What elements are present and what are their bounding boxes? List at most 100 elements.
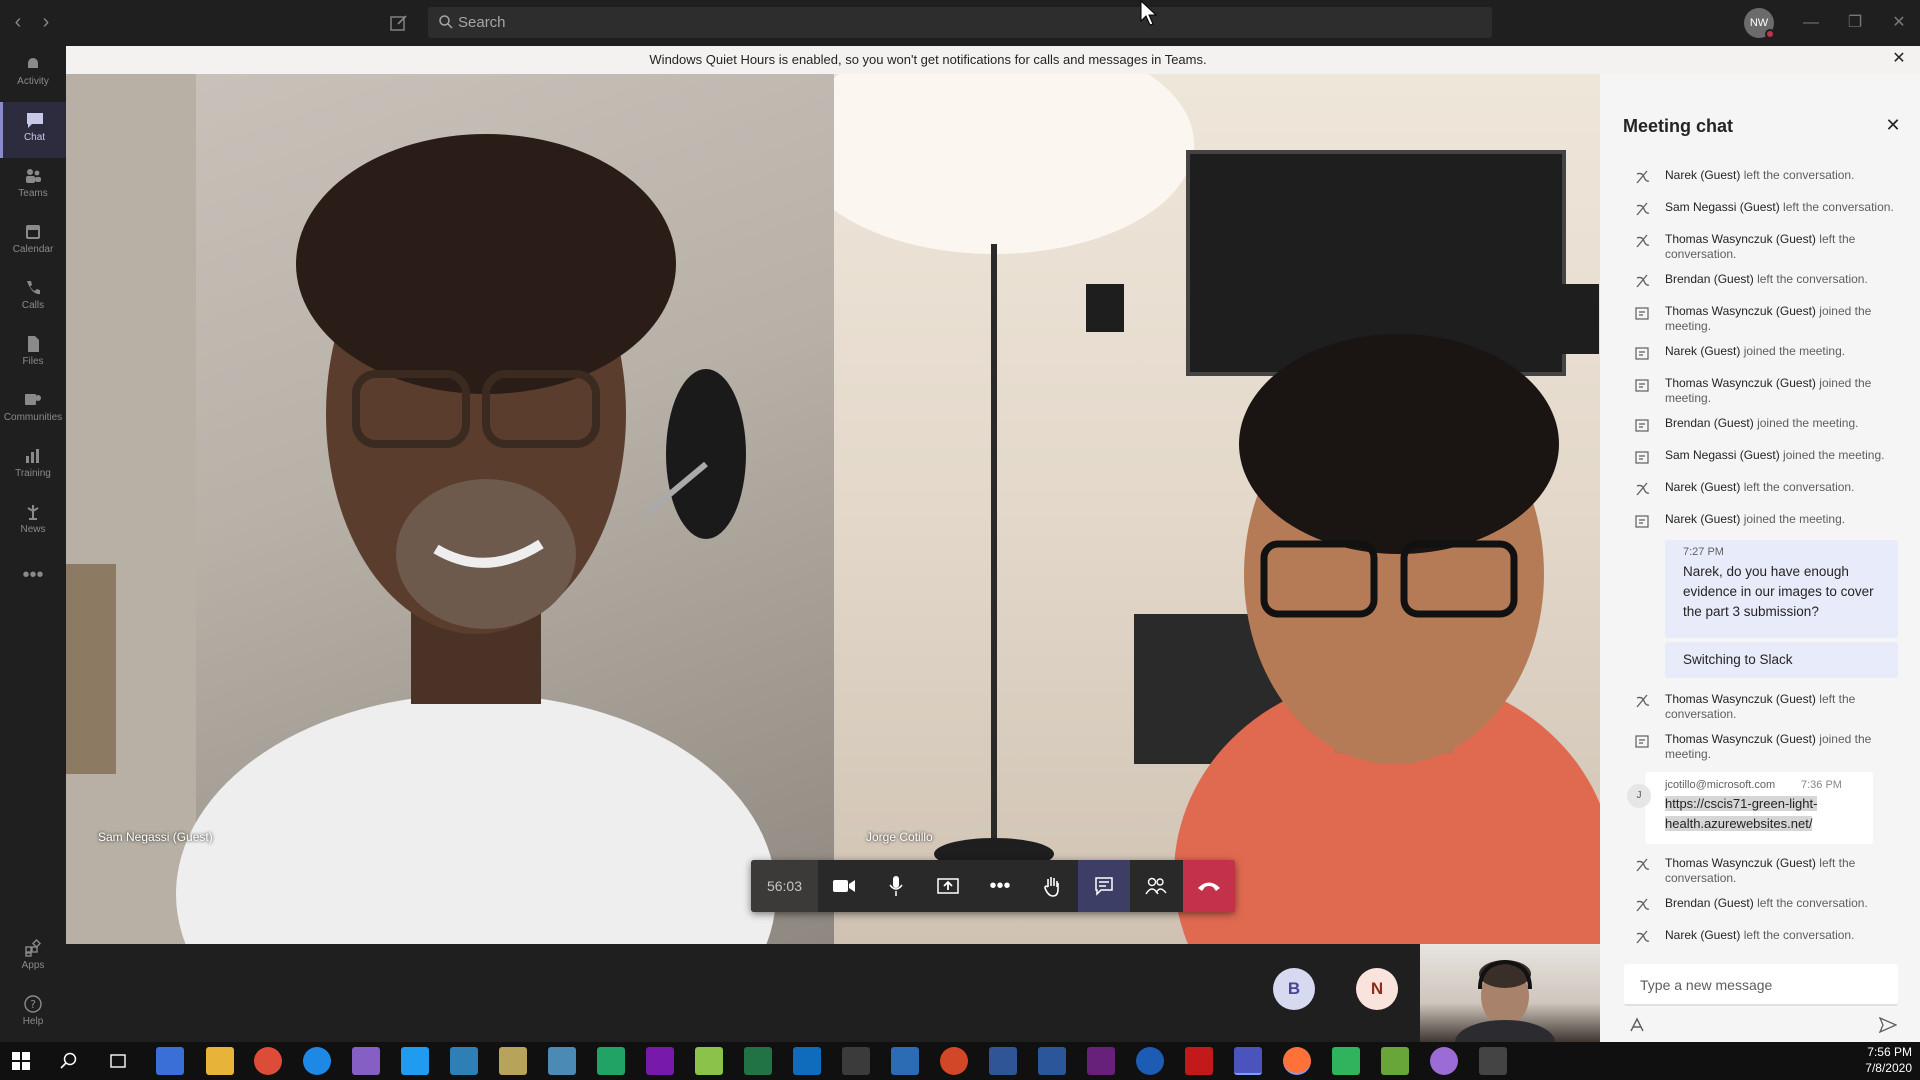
rail-item-help[interactable]: ? Help xyxy=(0,986,66,1042)
event-action: left the conversation. xyxy=(1743,168,1855,182)
rail-item-chat[interactable]: Chat xyxy=(0,102,66,158)
ie-icon[interactable] xyxy=(303,1047,331,1075)
rail-label: Chat xyxy=(23,132,46,143)
show-conversation-button[interactable] xyxy=(1078,860,1130,912)
call-timer: 56:03 xyxy=(751,860,818,912)
system-clock[interactable]: 7:56 PM 7/8/2020 xyxy=(1852,1044,1912,1076)
onenote-icon[interactable] xyxy=(646,1047,674,1075)
participant-video-image xyxy=(834,74,1600,944)
search-placeholder: Search xyxy=(458,14,506,31)
profile-avatar[interactable]: NW xyxy=(1744,8,1775,39)
hang-up-button[interactable] xyxy=(1183,860,1235,912)
word-icon[interactable] xyxy=(1038,1047,1066,1075)
taskbar-app-icon[interactable] xyxy=(1430,1047,1458,1075)
rail-item-apps[interactable]: Apps xyxy=(0,930,66,986)
more-actions-button[interactable]: ••• xyxy=(974,860,1026,912)
status-dot xyxy=(1765,29,1775,39)
rail-label: Training xyxy=(15,468,51,479)
photos-icon[interactable] xyxy=(1479,1047,1507,1075)
person-left-icon xyxy=(1636,898,1650,912)
back-arrow-icon[interactable]: ‹ xyxy=(8,10,28,34)
event-action: left the conversation. xyxy=(1743,480,1855,494)
windows-start-icon[interactable] xyxy=(12,1052,30,1070)
rail-item-training[interactable]: Training xyxy=(0,438,66,494)
event-action: joined the meeting. xyxy=(1743,512,1846,526)
person-left-icon xyxy=(1636,274,1650,288)
event-name: Brendan (Guest) xyxy=(1665,272,1754,286)
rail-item-activity[interactable]: Activity xyxy=(0,46,66,102)
teams-window: ‹ › Search NW — ❐ ✕ Activity Chat Teams xyxy=(0,0,1920,1080)
event-action: left the conversation. xyxy=(1757,896,1868,910)
task-view-icon[interactable] xyxy=(108,1052,128,1070)
camera-toggle-button[interactable] xyxy=(818,860,870,912)
teams-icon[interactable] xyxy=(1234,1047,1262,1075)
share-screen-button[interactable] xyxy=(922,860,974,912)
message-input[interactable]: Type a new message xyxy=(1624,964,1898,1006)
taskbar-app-icon[interactable] xyxy=(597,1047,625,1075)
search-icon[interactable] xyxy=(60,1052,78,1070)
microphone-icon xyxy=(889,876,903,896)
banner-close-icon[interactable]: ✕ xyxy=(1890,50,1908,68)
vscode-icon[interactable] xyxy=(401,1047,429,1075)
video-tile-right: Jorge Cotillo xyxy=(834,74,1600,944)
hand-icon xyxy=(1044,877,1059,897)
taskbar-app-icon[interactable] xyxy=(548,1047,576,1075)
event-action: left the conversation. xyxy=(1783,200,1894,214)
send-icon[interactable] xyxy=(1879,1016,1897,1034)
taskbar-app-icon[interactable] xyxy=(156,1047,184,1075)
taskbar-app-icon[interactable] xyxy=(450,1047,478,1075)
event-name: Narek (Guest) xyxy=(1665,168,1741,182)
taskbar-app-icon[interactable] xyxy=(1136,1047,1164,1075)
rail-item-teams[interactable]: Teams xyxy=(0,158,66,214)
raise-hand-button[interactable] xyxy=(1026,860,1078,912)
participant-avatar-b[interactable]: B xyxy=(1273,968,1315,1010)
my-message-bubble[interactable]: 7:27 PM Narek, do you have enough eviden… xyxy=(1665,540,1898,638)
forward-arrow-icon[interactable]: › xyxy=(36,10,56,34)
event-name: Sam Negassi (Guest) xyxy=(1665,448,1780,462)
taskbar-app-icon[interactable] xyxy=(1332,1047,1360,1075)
file-explorer-icon[interactable] xyxy=(206,1047,234,1075)
message-link[interactable]: https://cscis71-green-light-health.azure… xyxy=(1665,794,1855,834)
excel-icon[interactable] xyxy=(744,1047,772,1075)
participant-avatar-n[interactable]: N xyxy=(1356,968,1398,1010)
terminal-icon[interactable] xyxy=(842,1047,870,1075)
self-video-image xyxy=(1455,959,1555,1042)
event-name: Narek (Guest) xyxy=(1665,928,1741,942)
taskbar-app-icon[interactable] xyxy=(1381,1047,1409,1075)
taskbar-app-icon[interactable] xyxy=(499,1047,527,1075)
mic-toggle-button[interactable] xyxy=(870,860,922,912)
rail-item-calendar[interactable]: Calendar xyxy=(0,214,66,270)
meeting-joined-icon xyxy=(1635,735,1649,748)
notepad-icon[interactable] xyxy=(695,1047,723,1075)
rail-item-communities[interactable]: Communities xyxy=(0,382,66,438)
visual-studio-icon[interactable] xyxy=(1087,1047,1115,1075)
participants-icon xyxy=(1145,877,1167,895)
chrome-icon[interactable] xyxy=(254,1047,282,1075)
minimize-icon[interactable]: — xyxy=(1796,8,1826,38)
outlook-icon[interactable] xyxy=(793,1047,821,1075)
close-window-icon[interactable]: ✕ xyxy=(1884,8,1914,38)
my-message-bubble[interactable]: Switching to Slack xyxy=(1665,642,1898,678)
other-message-bubble[interactable]: J jcotillo@microsoft.com 7:36 PM https:/… xyxy=(1627,772,1873,844)
taskbar-app-icon[interactable] xyxy=(891,1047,919,1075)
search-bar[interactable]: Search xyxy=(428,7,1492,38)
visual-studio-icon[interactable] xyxy=(352,1047,380,1075)
show-participants-button[interactable] xyxy=(1130,860,1182,912)
event-action: joined the meeting. xyxy=(1783,448,1885,462)
rail-item-news[interactable]: News xyxy=(0,494,66,550)
message-text: Switching to Slack xyxy=(1683,652,1793,667)
restore-icon[interactable]: ❐ xyxy=(1840,8,1870,38)
new-chat-icon[interactable] xyxy=(388,12,410,34)
news-icon xyxy=(27,505,39,520)
rail-item-files[interactable]: Files xyxy=(0,326,66,382)
more-apps-button[interactable]: ••• xyxy=(0,556,66,612)
rail-item-calls[interactable]: Calls xyxy=(0,270,66,326)
firefox-icon[interactable] xyxy=(1283,1047,1311,1075)
clock-time: 7:56 PM xyxy=(1867,1045,1912,1059)
event-name: Sam Negassi (Guest) xyxy=(1665,200,1780,214)
chat-close-icon[interactable]: ✕ xyxy=(1883,115,1903,135)
visio-icon[interactable] xyxy=(989,1047,1017,1075)
acrobat-icon[interactable] xyxy=(1185,1047,1213,1075)
powerpoint-icon[interactable] xyxy=(940,1047,968,1075)
format-icon[interactable] xyxy=(1628,1016,1646,1034)
